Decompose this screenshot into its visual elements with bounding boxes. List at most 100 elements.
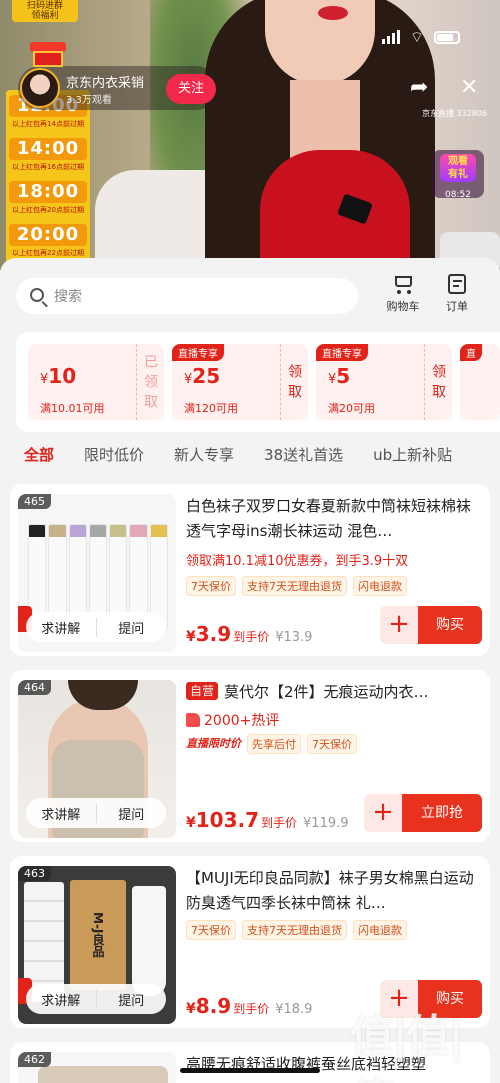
time-slot: 20:00 bbox=[8, 223, 88, 246]
wifi-icon: ⌔ bbox=[409, 28, 424, 46]
purchase-controls[interactable]: + 购买 bbox=[380, 606, 482, 644]
service-chips: 7天保价 支持7天无理由退货 闪电退款 bbox=[186, 576, 407, 596]
room-id: 京东直播 332806 bbox=[422, 109, 488, 118]
chip: 7天保价 bbox=[186, 576, 236, 596]
product-index: 462 bbox=[18, 1052, 51, 1067]
product-image[interactable]: 463 M-J良品 求讲解 提问 bbox=[18, 866, 176, 1024]
tab-all[interactable]: 全部 bbox=[24, 444, 54, 465]
tab-new-user[interactable]: 新人专享 bbox=[174, 444, 234, 465]
orders-label: 订单 bbox=[446, 300, 468, 313]
coupon-condition: 满120可用 bbox=[184, 402, 238, 415]
price: ¥8.9 到手价 ¥18.9 bbox=[186, 994, 313, 1018]
time-slot: 14:00 bbox=[8, 137, 88, 160]
coupon-condition: 满20可用 bbox=[328, 402, 375, 415]
product-index: 465 bbox=[18, 494, 51, 509]
coupon[interactable]: ¥10 满10.01可用 已领取 bbox=[28, 344, 164, 420]
product-index: 463 bbox=[18, 866, 51, 881]
product-image[interactable]: 465 求讲解 提问 bbox=[18, 494, 176, 652]
product-title[interactable]: 白色袜子双罗口女春夏新款中筒袜短袜棉袜透气字母ins潮长袜运动 混色… bbox=[186, 494, 482, 544]
product-panel: 搜索 购物车 订单 ¥10 满10.01可用 已领取 直播专享 ¥25 满120… bbox=[0, 258, 500, 1083]
coupon-claimed-label: 已领取 bbox=[136, 344, 164, 420]
coupon[interactable]: 直播专享 ¥25 满120可用 领取 bbox=[172, 344, 308, 420]
orders-icon bbox=[448, 274, 466, 294]
request-explain-button[interactable]: 求讲解 bbox=[26, 990, 96, 1009]
cart-button[interactable]: 购物车 bbox=[378, 274, 428, 314]
close-icon[interactable]: ✕ bbox=[460, 77, 478, 99]
follow-button[interactable]: 关注 bbox=[166, 74, 216, 104]
chip: 7天保价 bbox=[186, 920, 236, 940]
watch-timer: 08:52 bbox=[445, 190, 471, 200]
battery-icon bbox=[434, 30, 460, 44]
request-explain-button[interactable]: 求讲解 bbox=[26, 618, 96, 637]
thumbs-up-icon bbox=[186, 713, 200, 727]
time-note: 以上红包再16点前过期 bbox=[12, 162, 84, 171]
time-row: 14:00 以上红包再16点前过期 bbox=[6, 133, 90, 176]
home-indicator[interactable] bbox=[180, 1068, 320, 1073]
search-placeholder: 搜索 bbox=[54, 289, 82, 305]
explain-controls[interactable]: 求讲解 提问 bbox=[26, 984, 166, 1014]
coupon[interactable]: 直播专享 ¥5 满20可用 领取 bbox=[316, 344, 452, 420]
purchase-controls[interactable]: + 立即抢 bbox=[364, 794, 482, 832]
view-count: 3.3万观看 bbox=[66, 95, 112, 106]
watch-reward-badge[interactable]: 观看 有礼 08:52 bbox=[432, 150, 484, 200]
host-dress bbox=[260, 150, 410, 270]
coupon[interactable]: 直 bbox=[460, 344, 500, 420]
product-card[interactable]: 465 求讲解 提问 白色袜子双罗口女春夏新款中筒袜短袜棉袜透气字母ins潮长袜… bbox=[10, 484, 490, 656]
orders-button[interactable]: 订单 bbox=[432, 274, 482, 314]
category-tabs[interactable]: 全部 限时低价 新人专享 38送礼首选 ub上新补贴 bbox=[24, 444, 482, 465]
ask-button[interactable]: 提问 bbox=[95, 617, 167, 637]
grab-now-button[interactable]: 立即抢 bbox=[402, 794, 482, 832]
gift-icon bbox=[26, 40, 70, 68]
avatar[interactable] bbox=[20, 68, 60, 108]
product-image[interactable]: 464 求讲解 提问 bbox=[18, 680, 176, 838]
coupon-claim-button[interactable]: 领取 bbox=[280, 344, 308, 420]
time-note: 以上红包再14点前过期 bbox=[12, 119, 84, 128]
time-note: 以上红包再20点前过期 bbox=[12, 205, 84, 214]
product-title[interactable]: 【MUJI无印良品同款】袜子男女棉黑白运动防臭透气四季长袜中筒袜 礼… bbox=[186, 866, 482, 916]
self-operated-badge: 自营 bbox=[186, 682, 219, 700]
coupon-tag: 直播专享 bbox=[316, 344, 368, 361]
add-to-cart-button[interactable]: + bbox=[364, 794, 402, 832]
red-packet-schedule[interactable]: 12:00 以上红包再14点前过期 14:00 以上红包再16点前过期 18:0… bbox=[6, 90, 90, 270]
time-row: 20:00 以上红包再22点前过期 bbox=[6, 219, 90, 262]
coupon-amount: ¥25 bbox=[184, 364, 221, 388]
time-note: 以上红包再22点前过期 bbox=[12, 248, 84, 257]
chip: 闪电退款 bbox=[353, 920, 407, 940]
live-video[interactable]: ⌔ 扫码进群 领福利 12:00 以上红包再14点前过期 14:00 以上红包再… bbox=[0, 0, 500, 270]
ask-button[interactable]: 提问 bbox=[95, 803, 167, 823]
price: ¥3.9 到手价 ¥13.9 bbox=[186, 622, 313, 646]
ask-button[interactable]: 提问 bbox=[95, 989, 167, 1009]
cart-label: 购物车 bbox=[386, 300, 420, 313]
product-card[interactable]: 464 求讲解 提问 自营 莫代尔【2件】无痕运动内衣… 2000+热评 直播限时… bbox=[10, 670, 490, 842]
tab-gift[interactable]: 38送礼首选 bbox=[264, 444, 343, 465]
coupon-condition: 满10.01可用 bbox=[40, 402, 105, 415]
watch-reward-label: 观看 有礼 bbox=[440, 154, 476, 182]
coupon-strip[interactable]: ¥10 满10.01可用 已领取 直播专享 ¥25 满120可用 领取 直播专享… bbox=[16, 332, 500, 432]
join-group-tag[interactable]: 扫码进群 领福利 bbox=[12, 0, 78, 22]
explain-controls[interactable]: 求讲解 提问 bbox=[26, 798, 166, 828]
watermark: 值|值|值 bbox=[350, 1011, 464, 1083]
price: ¥103.7 到手价 ¥119.9 bbox=[186, 808, 349, 832]
chip: 支持7天无理由退货 bbox=[242, 920, 347, 940]
cart-icon bbox=[392, 274, 414, 294]
explain-controls[interactable]: 求讲解 提问 bbox=[26, 612, 166, 642]
add-to-cart-button[interactable]: + bbox=[380, 606, 418, 644]
search-input[interactable]: 搜索 bbox=[16, 278, 358, 314]
chip: 闪电退款 bbox=[353, 576, 407, 596]
time-row: 18:00 以上红包再20点前过期 bbox=[6, 176, 90, 219]
signal-icon bbox=[381, 30, 400, 44]
chip: 先享后付 bbox=[247, 734, 301, 754]
buy-button[interactable]: 购买 bbox=[418, 606, 482, 644]
coupon-amount: ¥10 bbox=[40, 364, 77, 388]
product-title[interactable]: 自营 莫代尔【2件】无痕运动内衣… bbox=[186, 680, 482, 705]
coupon-claim-button[interactable]: 领取 bbox=[424, 344, 452, 420]
product-photo bbox=[38, 1066, 168, 1083]
chip: 直播限时价 bbox=[186, 734, 241, 754]
product-image[interactable]: 462 bbox=[18, 1052, 176, 1083]
tab-new-subsidy[interactable]: ub上新补贴 bbox=[373, 444, 452, 465]
share-icon[interactable]: ➦ bbox=[410, 77, 428, 99]
promo-text: 领取满10.1减10优惠券，到手3.9十双 bbox=[186, 554, 409, 569]
coupon-tag: 直播专享 bbox=[172, 344, 224, 361]
tab-limited-price[interactable]: 限时低价 bbox=[84, 444, 144, 465]
request-explain-button[interactable]: 求讲解 bbox=[26, 804, 96, 823]
